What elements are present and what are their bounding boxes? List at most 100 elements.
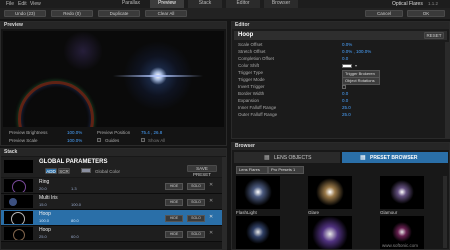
preview-scale-value[interactable]: 100.0% <box>67 138 82 143</box>
hide-button[interactable]: HIDE <box>165 215 183 222</box>
stack-item-scale[interactable]: 1.3 <box>71 186 77 191</box>
close-icon[interactable]: ✕ <box>209 214 213 220</box>
preset-thumb-4[interactable] <box>236 216 280 249</box>
menu-edit[interactable]: Edit <box>18 1 27 7</box>
param-stretch-offset[interactable]: Stretch Offset 0.0% , 100.0% <box>234 49 448 56</box>
stack-item-scale[interactable]: 100.0 <box>71 202 81 207</box>
save-preset-button[interactable]: SAVE PRESET <box>187 165 217 177</box>
editor-scrollbar[interactable] <box>445 42 449 138</box>
preset-thumb-glare[interactable] <box>308 176 352 209</box>
param-label: Completion Offset <box>238 56 274 61</box>
mode-scr-button[interactable]: SCR <box>58 168 70 174</box>
param-value[interactable]: 0.0 <box>342 56 348 63</box>
preset-thumb-5[interactable] <box>308 216 352 249</box>
stack-item-brightness[interactable]: 15.0 <box>39 202 47 207</box>
show-all-label: Show All <box>148 138 166 143</box>
preview-brightness-value[interactable]: 100.0% <box>67 130 82 135</box>
stack-item-hoop-selected[interactable]: Hoop 100.0 80.0 HIDE SOLO ✕ <box>1 210 222 226</box>
preview-position-value[interactable]: 75.4 , 26.8 <box>141 130 162 135</box>
param-trigger-type[interactable]: Trigger Type Trigger Brokeren <box>234 70 448 78</box>
param-value[interactable]: 25.0 <box>342 105 351 112</box>
stack-item-name: Ring <box>39 179 50 185</box>
stack-item-ring[interactable]: Ring 20.0 1.3 HIDE SOLO ✕ <box>1 178 222 194</box>
hide-button[interactable]: HIDE <box>165 199 183 206</box>
param-value[interactable]: 0.0 <box>342 91 348 98</box>
solo-button[interactable]: SOLO <box>187 231 205 238</box>
browser-tab-label: PRESET BROWSER <box>370 155 418 161</box>
close-icon[interactable]: ✕ <box>209 230 213 236</box>
grid-icon: ▦ <box>360 155 366 161</box>
solo-button[interactable]: SOLO <box>187 183 205 190</box>
ok-button[interactable]: OK <box>407 10 445 17</box>
stack-item-name: Multi Iris <box>39 195 58 201</box>
solo-button[interactable]: SOLO <box>187 215 205 222</box>
mode-add-button[interactable]: ADD <box>45 168 57 174</box>
param-label: Color Shift <box>238 63 260 68</box>
hide-button[interactable]: HIDE <box>165 231 183 238</box>
grid-icon: ▦ <box>264 155 270 161</box>
undo-button[interactable]: Undo (23) <box>4 10 46 17</box>
stack-item-scale[interactable]: 80.0 <box>71 218 79 223</box>
param-expansion[interactable]: Expansion 0.0 <box>234 98 448 105</box>
stack-item-brightness[interactable]: 25.0 <box>39 234 47 239</box>
browser-scrollbar[interactable] <box>443 176 447 248</box>
clear-all-button[interactable]: Clear All <box>145 10 187 17</box>
invert-trigger-checkbox[interactable] <box>342 85 346 89</box>
duplicate-button[interactable]: Duplicate <box>98 10 140 17</box>
global-color-swatch[interactable] <box>81 168 91 173</box>
editor-panel: Editor Hoop RESET Scale Offset 0.0% Stret… <box>231 21 450 139</box>
param-invert-trigger[interactable]: Invert Trigger <box>234 84 448 91</box>
tab-browser[interactable]: Browser <box>264 0 298 8</box>
stack-item-brightness[interactable]: 20.0 <box>39 186 47 191</box>
param-value[interactable]: 0.0% <box>342 42 352 49</box>
editor-title: Editor <box>232 22 449 29</box>
stack-panel: Stack GLOBAL PARAMETERS ADD SCR Global C… <box>0 148 227 250</box>
param-value[interactable]: 0.0 <box>342 98 348 105</box>
redo-button[interactable]: Redo (0) <box>51 10 93 17</box>
close-icon[interactable]: ✕ <box>209 198 213 204</box>
stack-item-hoop[interactable]: Hoop 25.0 60.0 HIDE SOLO ✕ <box>1 226 222 242</box>
thumb-flare-icon <box>9 198 17 206</box>
tab-parallax[interactable]: Parallax <box>115 0 147 8</box>
stack-item-brightness[interactable]: 100.0 <box>39 218 49 223</box>
tab-preview[interactable]: Preview <box>150 0 184 8</box>
toolbar: Undo (23) Redo (0) Duplicate Clear All C… <box>0 8 450 19</box>
param-completion-offset[interactable]: Completion Offset 0.0 <box>234 56 448 63</box>
guides-checkbox[interactable] <box>97 138 101 142</box>
close-icon[interactable]: ✕ <box>209 182 213 188</box>
chevron-down-icon[interactable]: ▾ <box>355 63 357 68</box>
color-shift-swatch[interactable] <box>342 64 352 68</box>
show-all-checkbox[interactable] <box>141 138 145 142</box>
param-color-shift[interactable]: Color Shift ▾ <box>234 63 448 70</box>
browser-tab-lens-objects[interactable]: ▦ LENS OBJECTS <box>234 152 340 163</box>
stack-scrollbar[interactable] <box>222 157 226 249</box>
param-value[interactable]: 0.0% , 100.0% <box>342 49 371 56</box>
tab-stack[interactable]: Stack <box>188 0 222 8</box>
stack-item-multi-iris[interactable]: Multi Iris 15.0 100.0 HIDE SOLO ✕ <box>1 194 222 210</box>
preview-viewport[interactable] <box>3 31 224 127</box>
menu-file[interactable]: File <box>6 1 14 7</box>
param-inner-falloff-range[interactable]: Inner Falloff Range 25.0 <box>234 105 448 112</box>
reset-button[interactable]: RESET <box>424 32 444 39</box>
cancel-button[interactable]: Cancel <box>365 10 403 17</box>
preset-label: FlashLight <box>236 210 257 215</box>
param-label: Stretch Offset <box>238 49 266 54</box>
solo-button[interactable]: SOLO <box>187 199 205 206</box>
lens-flares-filter-dropdown[interactable]: Lens Flares <box>236 166 268 174</box>
param-value[interactable]: 25.0 <box>342 112 351 119</box>
preset-thumb-flashlight[interactable] <box>236 176 280 209</box>
hide-button[interactable]: HIDE <box>165 183 183 190</box>
tab-editor[interactable]: Editor <box>226 0 260 8</box>
param-scale-offset[interactable]: Scale Offset 0.0% <box>234 42 448 49</box>
param-trigger-mode[interactable]: Trigger Mode Object Rotations <box>234 77 448 85</box>
param-label: Expansion <box>238 98 260 103</box>
guides-label: Guides <box>105 138 120 143</box>
thumb-flare-icon <box>12 180 26 192</box>
param-border-width[interactable]: Border Width 0.0 <box>234 91 448 98</box>
param-outer-falloff-range[interactable]: Outer Falloff Range 25.0 <box>234 112 448 119</box>
browser-tab-preset-browser[interactable]: ▦ PRESET BROWSER <box>342 152 448 163</box>
menu-view[interactable]: View <box>30 1 41 7</box>
preset-thumb-glamour[interactable] <box>380 176 424 209</box>
pro-presets-dropdown[interactable]: Pro Presets 1 <box>268 166 304 174</box>
stack-item-scale[interactable]: 60.0 <box>71 234 79 239</box>
